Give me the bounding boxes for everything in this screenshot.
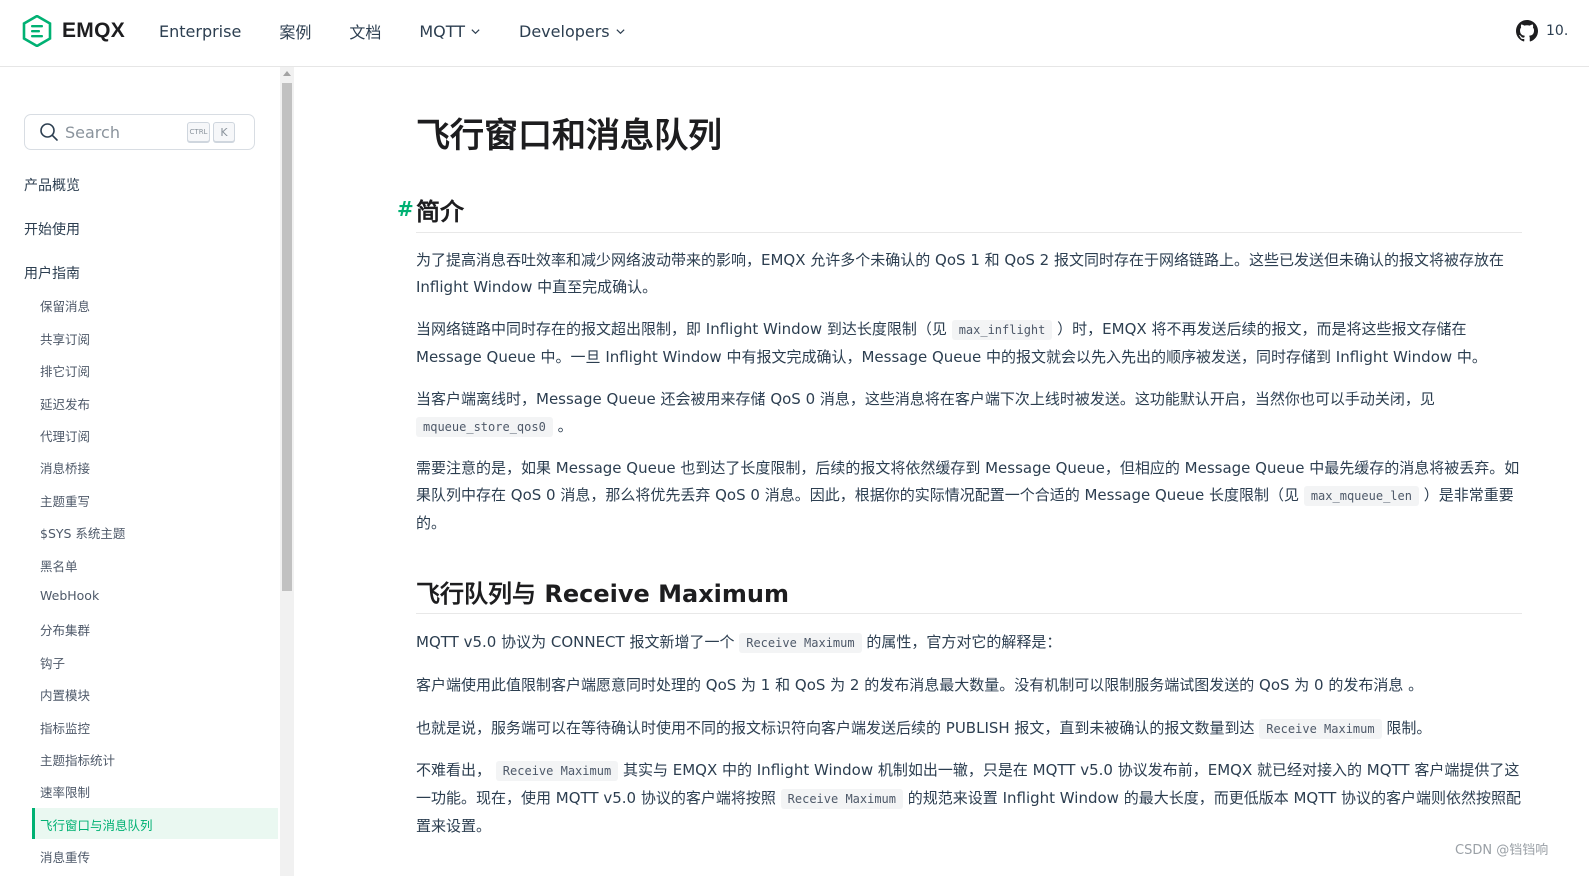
nav-docs[interactable]: 文档 — [349, 19, 381, 43]
paragraph: 也就是说，服务端可以在等待确认时使用不同的报文标识符向客户端发送后续的 PUBL… — [416, 715, 1526, 743]
github-link[interactable]: 10. — [1516, 20, 1568, 42]
ctrl-key-hint: CTRL — [187, 122, 210, 142]
sidebar-item[interactable]: 延迟发布 — [40, 394, 90, 413]
sidebar-section-overview[interactable]: 产品概览 — [24, 175, 80, 195]
inline-code: mqueue_store_qos0 — [416, 417, 553, 437]
sidebar-section-getting-started[interactable]: 开始使用 — [24, 219, 80, 239]
emqx-logo-icon — [22, 15, 52, 47]
sidebar-item[interactable]: 消息桥接 — [40, 458, 90, 477]
sidebar-item[interactable]: WebHook — [40, 588, 99, 603]
p5-text-b: 的属性，官方对它的解释是： — [866, 633, 1062, 651]
chevron-down-icon — [616, 28, 625, 34]
sidebar-item[interactable]: 钩子 — [40, 653, 65, 672]
p1-text: 为了提高消息吞吐效率和减少网络波动带来的影响，EMQX 允许多个未确认的 QoS… — [416, 251, 1504, 296]
nav-links: Enterprise 案例 文档 MQTT Developers — [159, 0, 664, 62]
paragraph: MQTT v5.0 协议为 CONNECT 报文新增了一个 Receive Ma… — [416, 629, 1526, 657]
paragraph: 需要注意的是，如果 Message Queue 也到达了长度限制，后续的报文将依… — [416, 455, 1526, 537]
brand-logo[interactable]: EMQX — [22, 14, 125, 48]
inline-code: Receive Maximum — [1259, 719, 1382, 739]
nav-docs-label: 文档 — [349, 23, 382, 42]
nav-developers-label: Developers — [519, 21, 610, 41]
nav-cases[interactable]: 案例 — [279, 19, 311, 43]
p8-text-a: 不难看出， — [416, 761, 492, 779]
sidebar-item[interactable]: 共享订阅 — [40, 329, 90, 348]
p6-text: 客户端使用此值限制客户端愿意同时处理的 QoS 为 1 和 QoS 为 2 的发… — [416, 676, 1424, 694]
page-title: 飞行窗口和消息队列 — [416, 116, 722, 156]
github-stars: 10. — [1546, 23, 1569, 39]
inline-code: max_inflight — [951, 320, 1053, 340]
watermark: CSDN @铛铛响 — [1455, 843, 1549, 858]
top-navbar: EMQX Enterprise 案例 文档 MQTT Developers 10… — [0, 0, 1589, 67]
heading-anchor-link[interactable]: # — [397, 197, 414, 221]
sidebar-item[interactable]: $SYS 系统主题 — [40, 523, 125, 542]
inline-code: Receive Maximum — [739, 633, 862, 653]
sidebar-item[interactable]: 保留消息 — [40, 296, 90, 315]
nav-developers-dropdown[interactable]: Developers — [519, 22, 626, 41]
paragraph: 当客户端离线时，Message Queue 还会被用来存储 QoS 0 消息，这… — [416, 386, 1526, 441]
heading-divider — [416, 613, 1522, 614]
section-heading-receive-maximum: 飞行队列与 Receive Maximum — [416, 580, 790, 608]
sidebar-item-active-label: 飞行窗口与消息队列 — [40, 818, 153, 833]
inline-code: max_mqueue_len — [1303, 486, 1419, 506]
scroll-up-arrow-icon[interactable] — [283, 71, 291, 76]
sidebar-item-active[interactable]: 飞行窗口与消息队列 — [32, 808, 278, 839]
k-key-hint: K — [213, 122, 235, 142]
sidebar: Search CTRL K 产品概览 开始使用 用户指南 保留消息 共享订阅 排… — [0, 67, 280, 876]
p7-text-b: 限制。 — [1386, 719, 1432, 737]
sidebar-item[interactable]: 黑名单 — [40, 556, 78, 575]
sidebar-item[interactable]: 排它订阅 — [40, 361, 90, 380]
p2-text-a: 当网络链路中同时存在的报文超出限制，即 Inflight Window 到达长度… — [416, 320, 947, 338]
nav-enterprise-label: Enterprise — [159, 21, 242, 41]
p3-text-b: 。 — [557, 417, 573, 435]
paragraph: 客户端使用此值限制客户端愿意同时处理的 QoS 为 1 和 QoS 为 2 的发… — [416, 672, 1526, 699]
p7-text-a: 也就是说，服务端可以在等待确认时使用不同的报文标识符向客户端发送后续的 PUBL… — [416, 719, 1255, 737]
search-icon — [40, 123, 58, 141]
github-icon — [1516, 20, 1538, 42]
sidebar-item[interactable]: 代理订阅 — [40, 426, 90, 445]
sidebar-item[interactable]: 主题指标统计 — [40, 750, 115, 769]
nav-cases-label: 案例 — [279, 23, 312, 42]
search-placeholder: Search — [65, 122, 120, 142]
brand-name: EMQX — [62, 19, 126, 42]
sidebar-scroll-thumb[interactable] — [282, 83, 292, 591]
sidebar-item[interactable]: 消息重传 — [40, 847, 90, 866]
sidebar-item[interactable]: 指标监控 — [40, 718, 90, 737]
sidebar-section-user-guide[interactable]: 用户指南 — [24, 263, 80, 283]
nav-mqtt-dropdown[interactable]: MQTT — [419, 22, 481, 41]
heading-divider — [416, 232, 1522, 233]
search-input[interactable]: Search CTRL K — [24, 114, 255, 150]
paragraph: 当网络链路中同时存在的报文超出限制，即 Inflight Window 到达长度… — [416, 316, 1526, 371]
paragraph: 不难看出， Receive Maximum 其实与 EMQX 中的 Inflig… — [416, 757, 1526, 840]
sidebar-item[interactable]: 分布集群 — [40, 620, 90, 639]
sidebar-item[interactable]: 主题重写 — [40, 491, 90, 510]
inline-code: Receive Maximum — [780, 789, 904, 809]
sidebar-item[interactable]: 速率限制 — [40, 782, 90, 801]
section-heading-intro: 简介 — [416, 198, 464, 226]
paragraph: 为了提高消息吞吐效率和减少网络波动带来的影响，EMQX 允许多个未确认的 QoS… — [416, 247, 1526, 301]
p5-text-a: MQTT v5.0 协议为 CONNECT 报文新增了一个 — [416, 633, 735, 651]
inline-code: Receive Maximum — [495, 761, 619, 781]
p3-text-a: 当客户端离线时，Message Queue 还会被用来存储 QoS 0 消息，这… — [416, 390, 1435, 408]
nav-enterprise[interactable]: Enterprise — [159, 22, 241, 41]
sidebar-item[interactable]: 内置模块 — [40, 685, 90, 704]
chevron-down-icon — [471, 28, 480, 34]
nav-mqtt-label: MQTT — [419, 21, 466, 41]
